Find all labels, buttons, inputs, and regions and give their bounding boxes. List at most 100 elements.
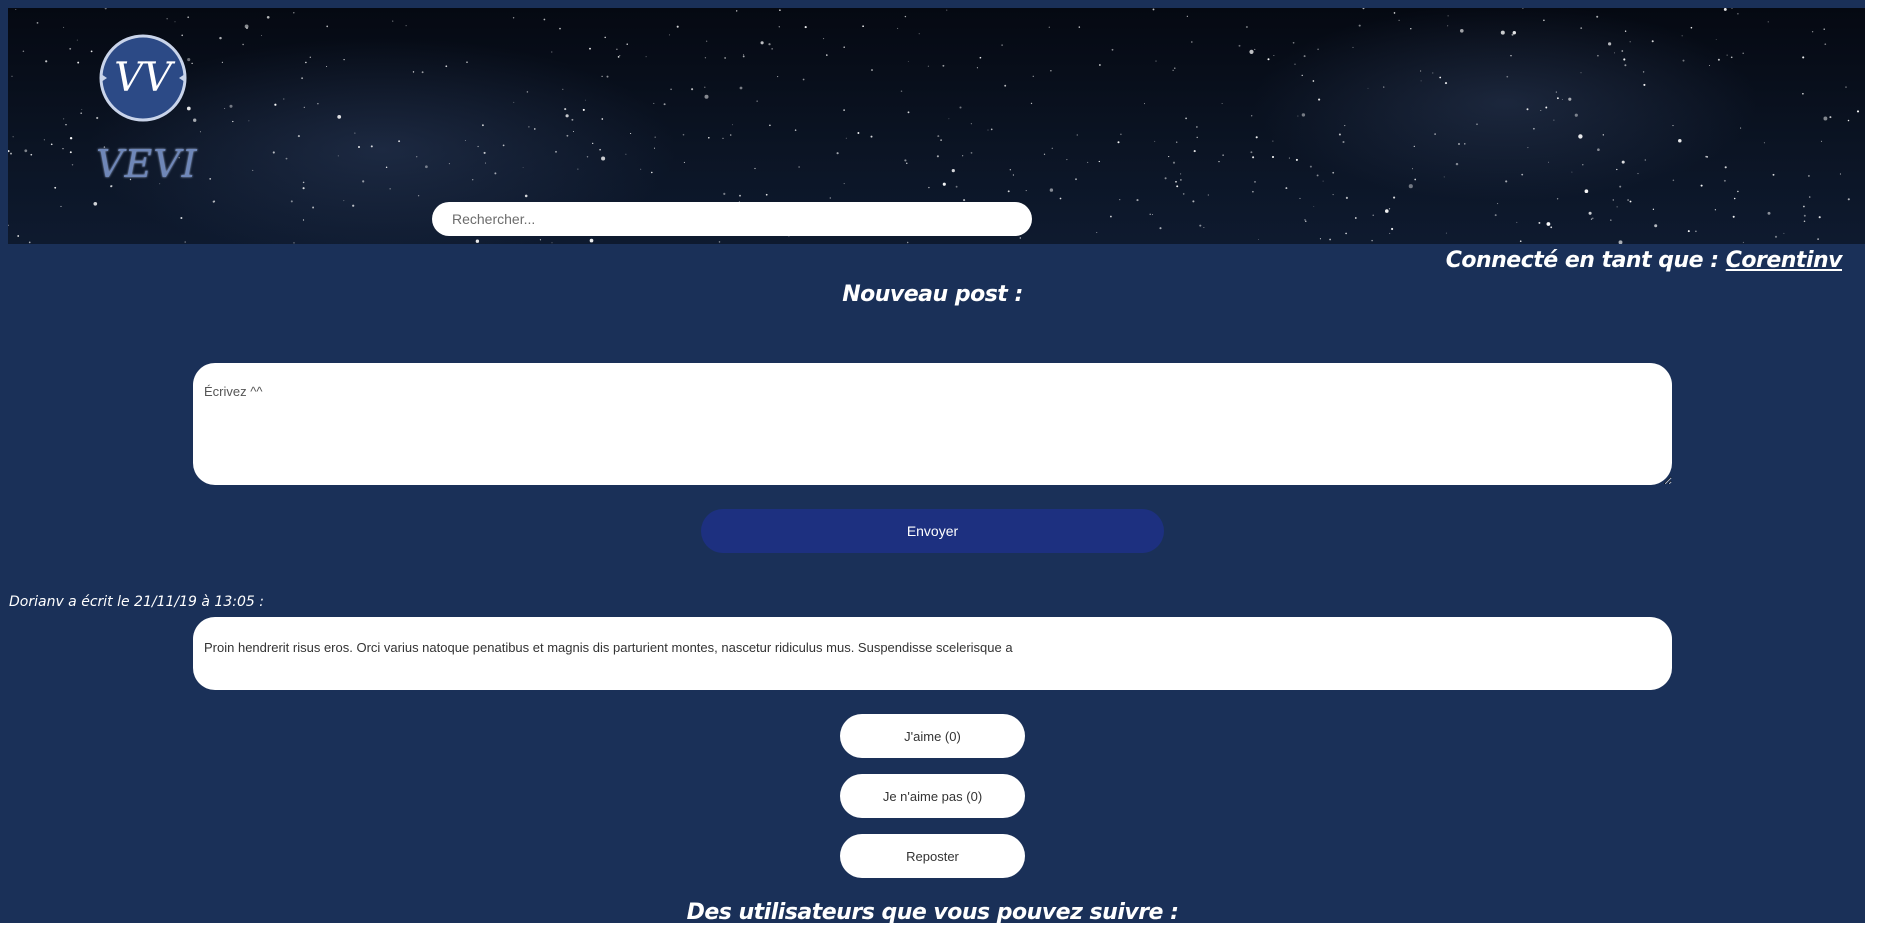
star xyxy=(559,27,561,30)
star xyxy=(166,18,168,20)
star xyxy=(1616,168,1618,171)
star xyxy=(1388,208,1391,210)
star xyxy=(229,104,233,108)
star xyxy=(683,161,685,163)
star xyxy=(798,166,800,168)
star xyxy=(1803,220,1806,222)
star xyxy=(1856,110,1860,113)
star xyxy=(481,124,484,127)
star xyxy=(1580,27,1583,29)
star xyxy=(676,25,679,28)
star xyxy=(1847,198,1850,201)
like-button[interactable]: J'aime (0) xyxy=(840,714,1025,758)
star xyxy=(1285,187,1288,190)
star xyxy=(1393,196,1396,199)
star xyxy=(484,162,487,164)
star xyxy=(1578,134,1583,139)
dislike-button[interactable]: Je n'aime pas (0) xyxy=(840,774,1025,818)
star xyxy=(942,182,946,186)
star xyxy=(777,76,779,78)
star xyxy=(1687,230,1690,233)
new-post-heading: Nouveau post : xyxy=(842,282,1023,307)
star xyxy=(942,64,945,67)
send-post-button[interactable]: Envoyer xyxy=(701,509,1164,553)
star xyxy=(1004,84,1007,87)
star xyxy=(663,103,666,106)
star xyxy=(1642,71,1645,73)
star xyxy=(1175,141,1178,143)
star xyxy=(1019,237,1021,239)
star xyxy=(301,77,304,80)
star xyxy=(1723,8,1727,11)
star xyxy=(302,187,305,190)
star xyxy=(1152,214,1153,215)
star xyxy=(1802,93,1804,95)
star xyxy=(1238,44,1241,47)
star xyxy=(1164,177,1167,180)
star xyxy=(1222,154,1224,156)
star xyxy=(242,43,244,46)
star xyxy=(543,18,546,21)
username-link[interactable]: Corentinv xyxy=(1726,248,1843,273)
star xyxy=(668,34,671,36)
star xyxy=(1273,54,1275,56)
star xyxy=(293,242,295,244)
star xyxy=(81,109,83,110)
star xyxy=(1616,206,1618,208)
star xyxy=(1043,153,1046,155)
star xyxy=(904,15,907,18)
star xyxy=(1618,240,1623,244)
star xyxy=(354,132,356,134)
star xyxy=(1168,156,1170,158)
star xyxy=(1332,171,1335,174)
star xyxy=(1568,97,1572,101)
star xyxy=(927,65,929,67)
star xyxy=(43,139,45,141)
star xyxy=(1533,127,1535,130)
star xyxy=(1078,26,1081,28)
star xyxy=(290,200,293,203)
star xyxy=(1180,179,1182,181)
star xyxy=(794,129,797,131)
star xyxy=(1050,70,1052,72)
star xyxy=(1186,15,1188,17)
star xyxy=(1584,189,1589,194)
star xyxy=(1352,46,1354,48)
star xyxy=(1624,30,1627,32)
star xyxy=(955,185,958,188)
star xyxy=(1681,35,1683,37)
star xyxy=(562,88,564,90)
star xyxy=(1393,12,1396,14)
star xyxy=(22,50,25,53)
star xyxy=(1221,103,1223,104)
star xyxy=(1557,97,1559,100)
star xyxy=(28,241,31,244)
star xyxy=(1371,239,1373,242)
star xyxy=(1506,75,1509,78)
star xyxy=(513,101,515,103)
new-post-textarea[interactable] xyxy=(193,363,1672,485)
star xyxy=(466,61,468,63)
star xyxy=(1434,133,1436,135)
search-input[interactable] xyxy=(452,202,1012,236)
star xyxy=(970,123,972,125)
star xyxy=(1389,232,1391,234)
star xyxy=(389,188,391,190)
star xyxy=(11,75,13,77)
star xyxy=(1120,133,1122,136)
star xyxy=(990,128,993,131)
star xyxy=(232,120,234,123)
star xyxy=(1839,173,1841,175)
star xyxy=(1494,214,1497,217)
star xyxy=(63,118,65,120)
star xyxy=(1312,80,1315,82)
star xyxy=(843,183,845,185)
star xyxy=(1338,133,1341,136)
star xyxy=(312,206,315,209)
repost-button[interactable]: Reposter xyxy=(840,834,1025,878)
star xyxy=(261,35,262,37)
star xyxy=(1521,173,1524,176)
star xyxy=(706,40,708,42)
logo[interactable]: VV VEVI xyxy=(92,34,197,189)
star xyxy=(1319,238,1321,240)
